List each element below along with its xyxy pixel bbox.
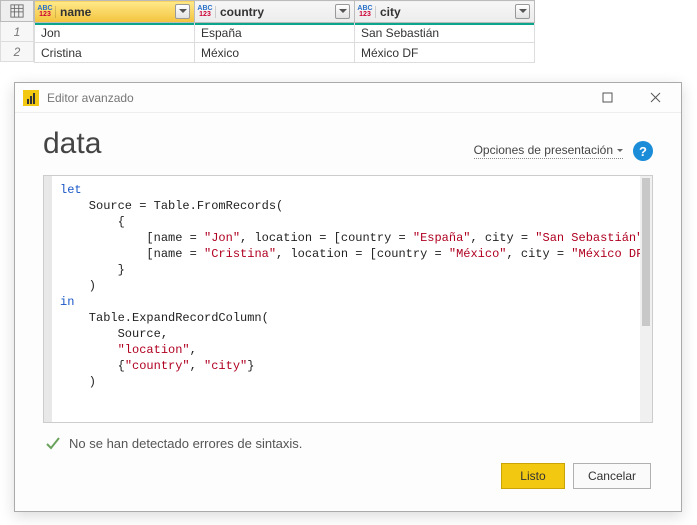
cell[interactable]: San Sebastián [355,23,535,43]
powerbi-icon [23,90,39,106]
column-header-city[interactable]: ABC123 city [355,1,535,23]
cancel-button[interactable]: Cancelar [573,463,651,489]
scrollbar-thumb[interactable] [642,178,650,326]
display-options-dropdown[interactable]: Opciones de presentación [474,143,623,159]
code-content[interactable]: let Source = Table.FromRecords( { [name … [52,176,640,422]
code-editor[interactable]: let Source = Table.FromRecords( { [name … [43,175,653,423]
table-icon [10,4,24,18]
column-name: country [220,5,331,19]
table-row[interactable]: Cristina México México DF [35,43,535,63]
datatype-any-icon[interactable]: ABC123 [38,6,56,18]
data-table: ABC123 name ABC123 country ABC123 [34,0,535,63]
column-name: name [60,5,171,19]
column-filter-button[interactable] [175,4,190,19]
column-header-country[interactable]: ABC123 country [195,1,355,23]
cell[interactable]: España [195,23,355,43]
dialog-titlebar[interactable]: Editor avanzado [15,83,681,113]
close-button[interactable] [635,84,675,112]
row-number[interactable]: 1 [0,22,34,42]
datatype-any-icon[interactable]: ABC123 [358,6,376,18]
column-filter-button[interactable] [515,4,530,19]
close-icon [650,92,661,103]
datatype-any-icon[interactable]: ABC123 [198,6,216,18]
table-preview: 1 2 ABC123 name ABC123 country [0,0,697,63]
column-header-name[interactable]: ABC123 name [35,1,195,23]
cell[interactable]: Cristina [35,43,195,63]
query-name-heading: data [43,127,101,161]
syntax-status: No se han detectado errores de sintaxis. [43,423,653,459]
maximize-icon [602,92,613,103]
cell[interactable]: México [195,43,355,63]
status-text: No se han detectado errores de sintaxis. [69,436,302,451]
check-icon [45,435,61,451]
editor-scrollbar[interactable] [640,176,652,422]
help-button[interactable]: ? [633,141,653,161]
column-name: city [380,5,511,19]
cell[interactable]: Jon [35,23,195,43]
done-button[interactable]: Listo [501,463,565,489]
table-row[interactable]: Jon España San Sebastián [35,23,535,43]
dialog-title: Editor avanzado [47,91,579,105]
cell[interactable]: México DF [355,43,535,63]
display-options-label: Opciones de presentación [474,143,613,157]
advanced-editor-dialog: Editor avanzado data Opciones de present… [14,82,682,512]
editor-gutter [44,176,52,422]
row-number[interactable]: 2 [0,42,34,62]
column-filter-button[interactable] [335,4,350,19]
maximize-button[interactable] [587,84,627,112]
table-select-all[interactable] [0,0,34,22]
